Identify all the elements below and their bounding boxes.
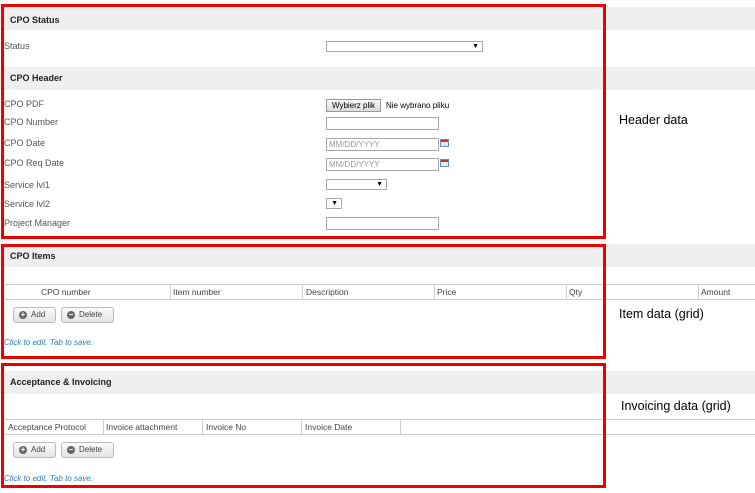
header-data-frame [1,4,606,239]
item-data-annotation: Item data (grid) [619,307,704,321]
item-data-frame [1,244,606,359]
invoicing-data-frame [1,363,606,488]
invoicing-data-annotation: Invoicing data (grid) [621,399,731,413]
items-col-amount[interactable]: Amount [699,285,755,300]
header-data-annotation: Header data [619,113,688,127]
